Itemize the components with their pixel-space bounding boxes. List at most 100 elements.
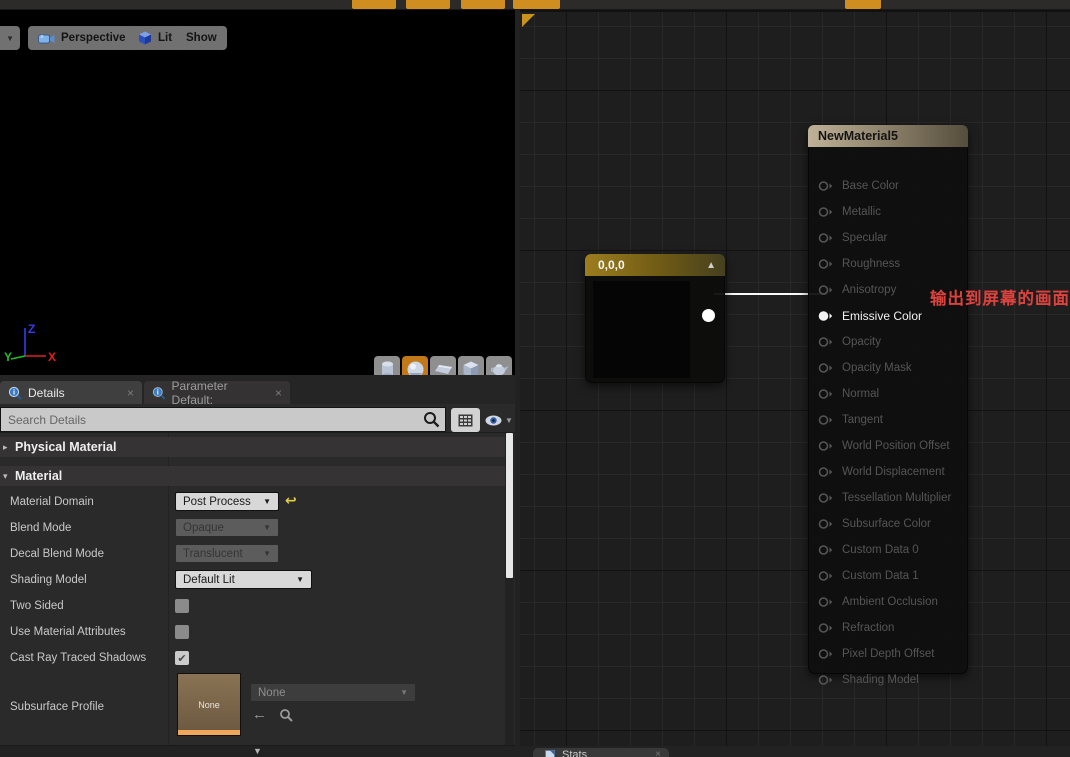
- chevron-down-icon: ▼: [505, 415, 513, 425]
- stats-tab-label: Stats: [562, 749, 588, 757]
- material-input-pin[interactable]: World Displacement: [809, 459, 967, 485]
- tab-parameter-defaults[interactable]: i Parameter Default: ×: [144, 378, 290, 407]
- pin-label: Shading Model: [842, 674, 919, 686]
- material-input-pin[interactable]: World Position Offset: [809, 433, 967, 459]
- section-physical-material[interactable]: ▸ Physical Material: [0, 437, 505, 457]
- perspective-button[interactable]: Perspective: [28, 26, 136, 50]
- material-input-pin[interactable]: Pixel Depth Offset: [809, 641, 967, 667]
- asset-tools: ←: [252, 707, 293, 722]
- scrollbar-thumb[interactable]: [506, 433, 513, 578]
- material-node-body: Base Color Metallic Specular Roughness A…: [808, 147, 968, 686]
- pin-label: Emissive Color: [842, 309, 923, 323]
- two-sided-checkbox[interactable]: [175, 599, 189, 613]
- pin-icon: [818, 311, 833, 321]
- asset-type-stripe: [178, 730, 240, 735]
- svg-text:i: i: [157, 387, 159, 396]
- pin-label: Ambient Occlusion: [842, 596, 938, 608]
- cast-ray-traced-shadows-label: Cast Ray Traced Shadows: [10, 652, 147, 664]
- two-sided-label: Two Sided: [10, 600, 64, 612]
- toolbar-button-highlight[interactable]: [461, 0, 505, 9]
- material-input-pin[interactable]: Metallic: [809, 199, 967, 225]
- toolbar-button-highlight[interactable]: [513, 0, 560, 9]
- material-input-pin[interactable]: Shading Model: [809, 667, 967, 693]
- material-input-pin[interactable]: Normal: [809, 381, 967, 407]
- pin-icon: [818, 259, 833, 269]
- preview-viewport[interactable]: ▼ Perspective Lit Show Z X Y: [0, 10, 515, 382]
- tab-details-label: Details: [28, 385, 65, 400]
- graph-bottom-bar: Stats ×: [520, 746, 1070, 757]
- pin-label: Tangent: [842, 414, 883, 426]
- section-material[interactable]: ▾ Material: [0, 466, 505, 486]
- material-input-pin[interactable]: Opacity: [809, 329, 967, 355]
- material-node-title: NewMaterial5: [818, 129, 898, 143]
- toolbar-button-highlight[interactable]: [845, 0, 881, 9]
- use-material-attributes-label: Use Material Attributes: [10, 626, 126, 638]
- use-selected-asset-icon[interactable]: ←: [252, 707, 267, 722]
- constant-color-node[interactable]: 0,0,0 ▲: [585, 254, 725, 383]
- subsurface-profile-value: None: [258, 686, 286, 699]
- material-input-pin[interactable]: Roughness: [809, 251, 967, 277]
- grid-view-icon: [458, 414, 473, 426]
- pin-icon: [818, 337, 833, 347]
- toolbar-button-highlight[interactable]: [406, 0, 450, 9]
- decal-blend-mode-label: Decal Blend Mode: [10, 548, 104, 560]
- chevron-down-icon: ▼: [6, 33, 14, 43]
- material-input-pin[interactable]: Tessellation Multiplier: [809, 485, 967, 511]
- material-input-pin[interactable]: Base Color: [809, 173, 967, 199]
- toolbar-button-highlight[interactable]: [352, 0, 396, 9]
- close-icon[interactable]: ×: [127, 387, 134, 399]
- row-material-domain: Material Domain Post Process ▼ ↩: [0, 489, 505, 515]
- constant-node-header[interactable]: 0,0,0 ▲: [585, 254, 725, 276]
- blend-mode-label: Blend Mode: [10, 522, 72, 534]
- shading-model-label: Shading Model: [10, 574, 87, 586]
- collapse-triangle-icon[interactable]: ▲: [706, 260, 716, 271]
- material-input-pin[interactable]: Opacity Mask: [809, 355, 967, 381]
- pin-icon: [818, 649, 833, 659]
- pin-icon: [818, 467, 833, 477]
- view-options-button[interactable]: ▼: [483, 408, 515, 432]
- plane-icon: [434, 364, 452, 374]
- shading-model-dropdown[interactable]: Default Lit ▼: [175, 570, 312, 589]
- pin-label: World Displacement: [842, 466, 945, 478]
- material-result-node[interactable]: NewMaterial5 Base Color Metallic Specula…: [808, 125, 968, 686]
- material-graph-canvas[interactable]: 0,0,0 ▲ NewMaterial5 Base Color Metallic…: [520, 10, 1070, 746]
- blend-mode-value: Opaque: [183, 521, 224, 534]
- row-two-sided: Two Sided: [0, 593, 505, 619]
- tab-parameter-defaults-label: Parameter Default:: [171, 378, 228, 407]
- search-details-input[interactable]: [0, 407, 446, 432]
- output-pin[interactable]: [702, 309, 715, 322]
- material-input-pin[interactable]: Specular: [809, 225, 967, 251]
- material-editor-window: ▼ Perspective Lit Show Z X Y i Details ×…: [0, 0, 1070, 757]
- material-input-pin[interactable]: Custom Data 1: [809, 563, 967, 589]
- show-button[interactable]: Show: [176, 26, 227, 50]
- viewport-options-dropdown[interactable]: ▼: [0, 26, 20, 50]
- material-input-pin[interactable]: Tangent: [809, 407, 967, 433]
- subsurface-profile-thumbnail[interactable]: None: [177, 673, 241, 736]
- material-input-pin[interactable]: Ambient Occlusion: [809, 589, 967, 615]
- close-icon[interactable]: ×: [275, 387, 282, 399]
- property-matrix-button[interactable]: [451, 408, 480, 432]
- cast-ray-traced-shadows-checkbox[interactable]: ✔: [175, 651, 189, 665]
- pin-label: Custom Data 1: [842, 570, 919, 582]
- details-expander-bar[interactable]: ▼: [0, 745, 515, 757]
- pin-icon: [818, 571, 833, 581]
- details-scrollbar[interactable]: [505, 433, 514, 745]
- material-input-pin[interactable]: Subsurface Color: [809, 511, 967, 537]
- pin-icon: [818, 545, 833, 555]
- use-material-attributes-checkbox[interactable]: [175, 625, 189, 639]
- lit-mode-button[interactable]: Lit: [128, 26, 183, 50]
- material-input-pin[interactable]: Refraction: [809, 615, 967, 641]
- material-input-pin[interactable]: Custom Data 0: [809, 537, 967, 563]
- lit-label: Lit: [158, 32, 173, 44]
- details-info-icon: i: [8, 386, 22, 400]
- tab-details[interactable]: i Details ×: [0, 381, 142, 404]
- pin-icon: [818, 389, 833, 399]
- reset-to-default-icon[interactable]: ↩: [285, 492, 297, 509]
- stats-tab[interactable]: Stats ×: [533, 748, 669, 757]
- material-node-header[interactable]: NewMaterial5: [808, 125, 968, 147]
- axis-y-label: Y: [4, 350, 13, 364]
- asset-thumbnail-label: None: [198, 699, 220, 710]
- browse-to-asset-icon[interactable]: [279, 708, 293, 722]
- material-domain-dropdown[interactable]: Post Process ▼: [175, 492, 279, 511]
- close-icon[interactable]: ×: [655, 750, 661, 757]
